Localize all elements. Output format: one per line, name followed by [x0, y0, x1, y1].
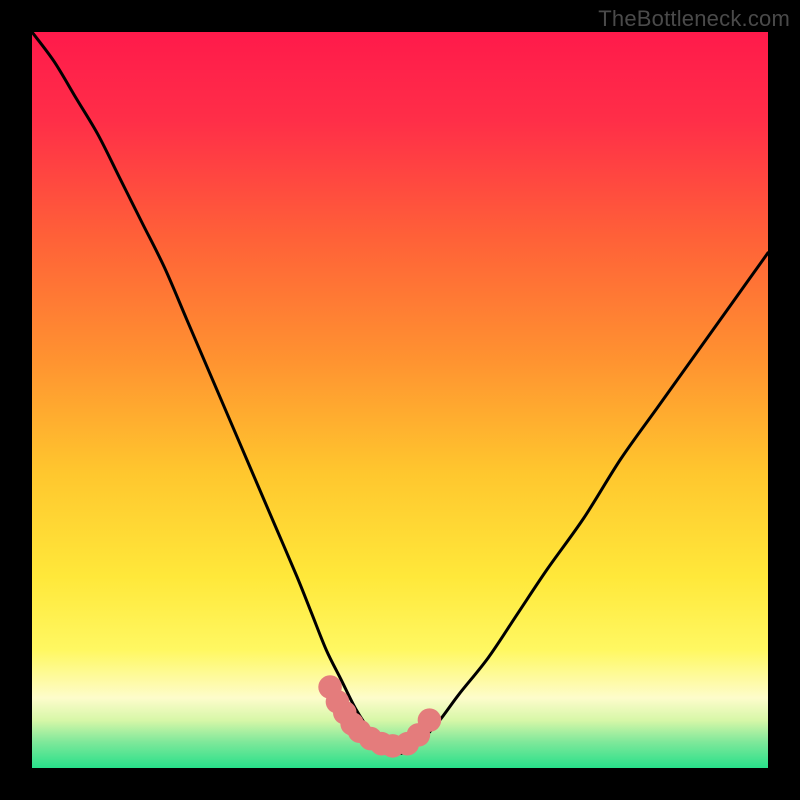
watermark-text: TheBottleneck.com [598, 6, 790, 32]
gradient-background [32, 32, 768, 768]
chart-frame: TheBottleneck.com [0, 0, 800, 800]
plot-area [32, 32, 768, 768]
optimal-dot [418, 708, 442, 732]
bottleneck-chart [32, 32, 768, 768]
